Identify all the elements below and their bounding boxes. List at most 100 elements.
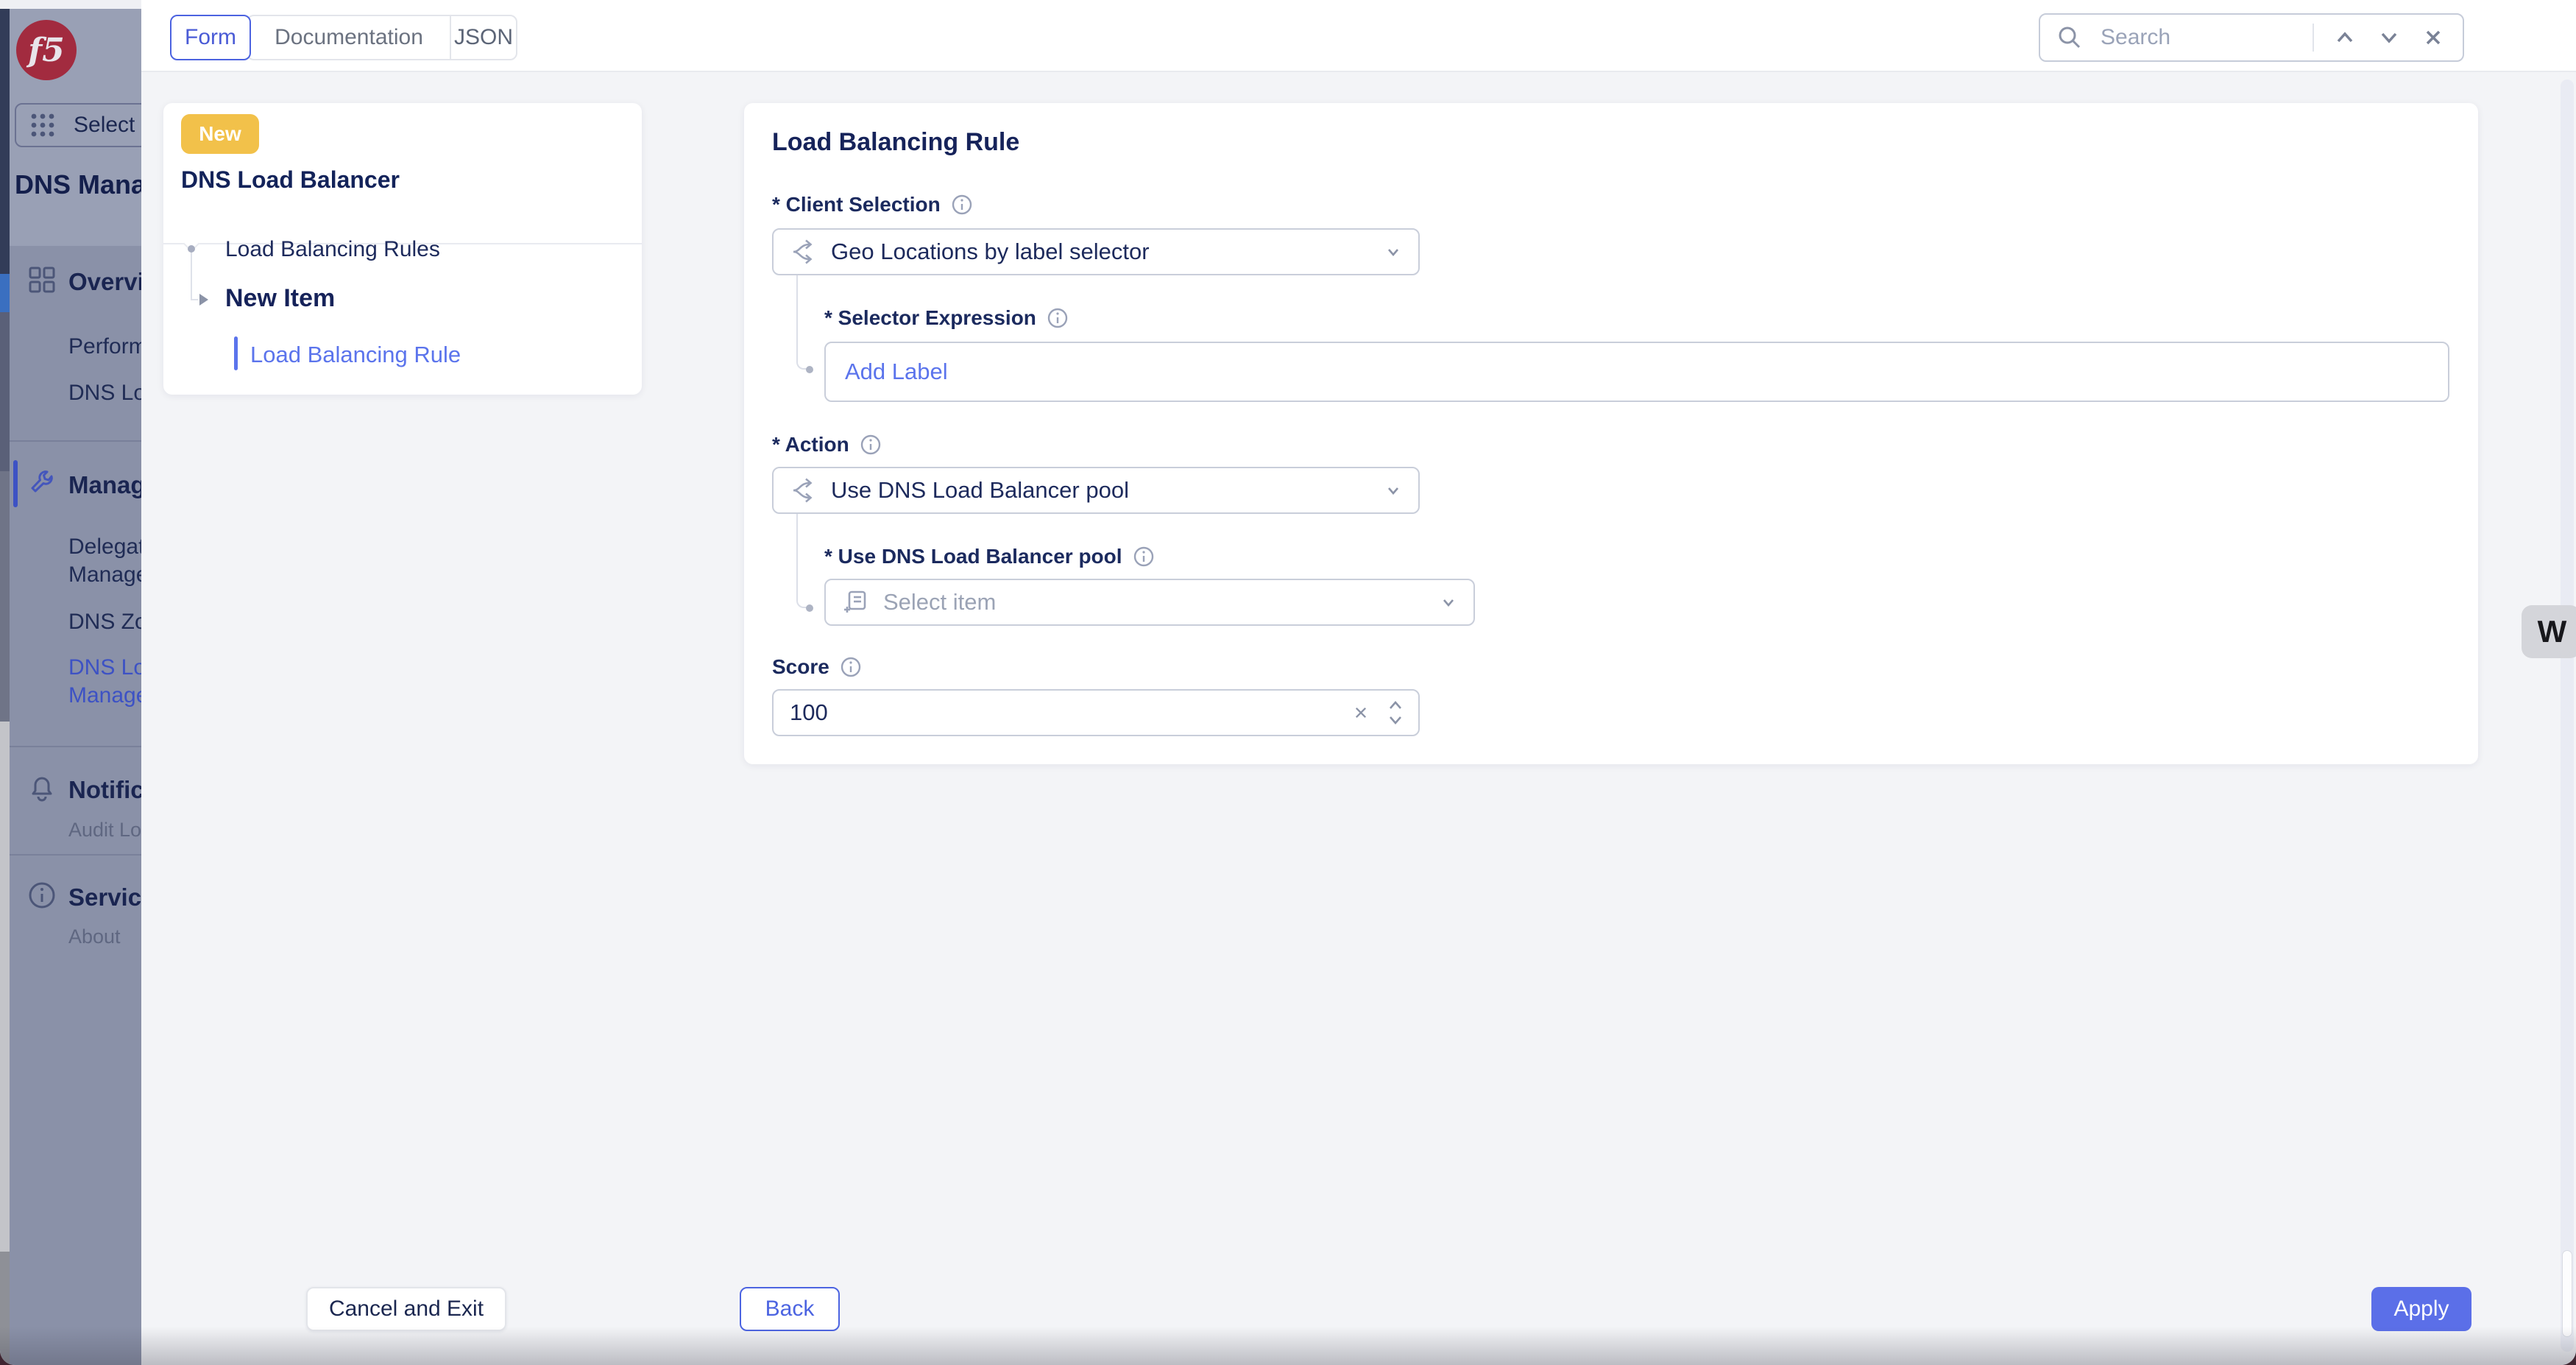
- divider: [10, 854, 141, 856]
- client-selection-select[interactable]: Geo Locations by label selector: [772, 228, 1420, 275]
- tab-json[interactable]: JSON: [450, 16, 516, 59]
- label-text: * Client Selection: [772, 193, 941, 216]
- grid-dots-icon: [28, 110, 57, 140]
- branch-icon: [790, 476, 818, 504]
- select-from-list-icon: [842, 588, 870, 616]
- tree-expand-arrow: [199, 294, 208, 306]
- tree-item-load-balancing-rule[interactable]: Load Balancing Rule: [250, 342, 461, 368]
- step-down-icon[interactable]: [1387, 714, 1404, 726]
- selector-expression-label: * Selector Expression: [824, 306, 1069, 330]
- info-icon[interactable]: [840, 656, 862, 678]
- sidebar-item-about[interactable]: About: [68, 923, 121, 950]
- desktop-edge: [0, 0, 10, 1365]
- info-icon[interactable]: [951, 194, 973, 216]
- app-window: f5 Select s DNS Mana Overvi Perform DNS …: [0, 0, 2576, 1365]
- tab-bar: Form Documentation JSON: [170, 15, 517, 60]
- wizard-tree-card: New DNS Load Balancer Load Balancing Rul…: [163, 103, 642, 395]
- chevron-up-icon[interactable]: [2332, 24, 2358, 51]
- sidebar-item-performance[interactable]: Perform: [68, 333, 141, 361]
- product-title: DNS Mana: [15, 169, 141, 200]
- apply-button[interactable]: Apply: [2371, 1287, 2471, 1331]
- select-service-label: Select s: [74, 113, 141, 138]
- info-icon: [27, 881, 57, 910]
- sidebar-item-line2: Manage: [68, 562, 141, 587]
- action-label: * Action: [772, 433, 882, 456]
- sidebar: f5 Select s DNS Mana Overvi Perform DNS …: [10, 9, 141, 1365]
- pool-select[interactable]: Select item: [824, 579, 1475, 626]
- score-input[interactable]: [788, 699, 1334, 727]
- sidebar-item-line2: Manage: [68, 683, 141, 708]
- chevron-down-icon: [1384, 482, 1402, 499]
- feedback-widget-button[interactable]: W: [2522, 605, 2576, 658]
- selected-value: Geo Locations by label selector: [831, 239, 1371, 265]
- sidebar-item-manage[interactable]: Manag: [68, 471, 141, 499]
- close-icon[interactable]: [2420, 24, 2446, 51]
- tree-title: DNS Load Balancer: [181, 166, 400, 194]
- tree-item-new-item[interactable]: New Item: [225, 284, 335, 313]
- divider: [2313, 24, 2314, 52]
- client-selection-label: * Client Selection: [772, 193, 973, 216]
- sidebar-item-delegated[interactable]: Delegat Manage: [68, 533, 141, 589]
- page-title: Load Balancing Rule: [772, 128, 1019, 157]
- info-icon[interactable]: [1047, 307, 1069, 329]
- nesting-connector: [796, 514, 808, 608]
- search-input[interactable]: Search: [2101, 25, 2295, 50]
- sidebar-item-audit-logs[interactable]: Audit Lo: [68, 816, 141, 844]
- number-stepper[interactable]: [1387, 699, 1404, 726]
- panel-body: New DNS Load Balancer Load Balancing Rul…: [141, 72, 2576, 1365]
- f5-logo-text: f5: [28, 32, 65, 69]
- tab-group: Documentation JSON: [247, 15, 517, 60]
- tree-bullet: [188, 245, 195, 253]
- sidebar-item-notifications[interactable]: Notific: [68, 776, 141, 804]
- scrollbar-track[interactable]: [2561, 80, 2574, 1352]
- chevron-down-icon[interactable]: [2376, 24, 2402, 51]
- chevron-down-icon: [1384, 243, 1402, 261]
- select-service-button[interactable]: Select s: [15, 103, 141, 147]
- f5-logo[interactable]: f5: [16, 20, 77, 80]
- sidebar-item-dns-lo[interactable]: DNS Lo: [68, 379, 141, 407]
- selector-expression-input[interactable]: Add Label: [824, 342, 2449, 402]
- tab-form[interactable]: Form: [170, 15, 251, 60]
- tree-item-load-balancing-rules[interactable]: Load Balancing Rules: [225, 237, 440, 262]
- status-badge: New: [181, 114, 259, 154]
- tree-connector: [191, 252, 192, 300]
- nesting-connector: [796, 275, 808, 370]
- score-label: Score: [772, 655, 862, 679]
- tree-connector: [191, 299, 198, 300]
- selected-value: Use DNS Load Balancer pool: [831, 477, 1371, 504]
- active-indicator: [13, 460, 18, 507]
- add-label-placeholder[interactable]: Add Label: [845, 359, 948, 385]
- label-text: * Action: [772, 433, 849, 456]
- score-field: [772, 689, 1420, 736]
- info-icon[interactable]: [860, 434, 882, 456]
- scrollbar-thumb[interactable]: [2562, 1250, 2572, 1337]
- action-select[interactable]: Use DNS Load Balancer pool: [772, 467, 1420, 514]
- nesting-dot: [806, 366, 813, 373]
- step-up-icon[interactable]: [1387, 699, 1404, 711]
- info-icon[interactable]: [1133, 546, 1155, 568]
- panel-header: Form Documentation JSON Search: [141, 0, 2576, 72]
- branch-icon: [790, 238, 818, 266]
- search-box[interactable]: Search: [2039, 13, 2464, 62]
- tab-documentation[interactable]: Documentation: [248, 16, 450, 59]
- bell-icon: [27, 773, 57, 803]
- placeholder-text: Select item: [883, 589, 1426, 616]
- sidebar-item-service[interactable]: Servic: [68, 883, 141, 911]
- back-button[interactable]: Back: [740, 1287, 840, 1331]
- clear-icon[interactable]: [1351, 702, 1371, 723]
- search-icon: [2056, 24, 2083, 51]
- active-indicator: [234, 336, 238, 370]
- sidebar-item-dns-lb-management[interactable]: DNS Lo Manage: [68, 654, 141, 710]
- sidebar-item-dns-zones[interactable]: DNS Zo: [68, 608, 141, 636]
- divider: [10, 440, 141, 442]
- wrench-icon: [27, 468, 57, 498]
- cancel-and-exit-button[interactable]: Cancel and Exit: [306, 1287, 506, 1331]
- grid-icon: [27, 265, 57, 294]
- label-text: * Selector Expression: [824, 306, 1036, 330]
- sidebar-item-line1: Delegat: [68, 535, 141, 559]
- label-text: * Use DNS Load Balancer pool: [824, 545, 1122, 568]
- nesting-dot: [806, 604, 813, 612]
- pool-label: * Use DNS Load Balancer pool: [824, 545, 1155, 568]
- chevron-down-icon: [1440, 593, 1457, 611]
- sidebar-item-overview[interactable]: Overvi: [68, 268, 141, 296]
